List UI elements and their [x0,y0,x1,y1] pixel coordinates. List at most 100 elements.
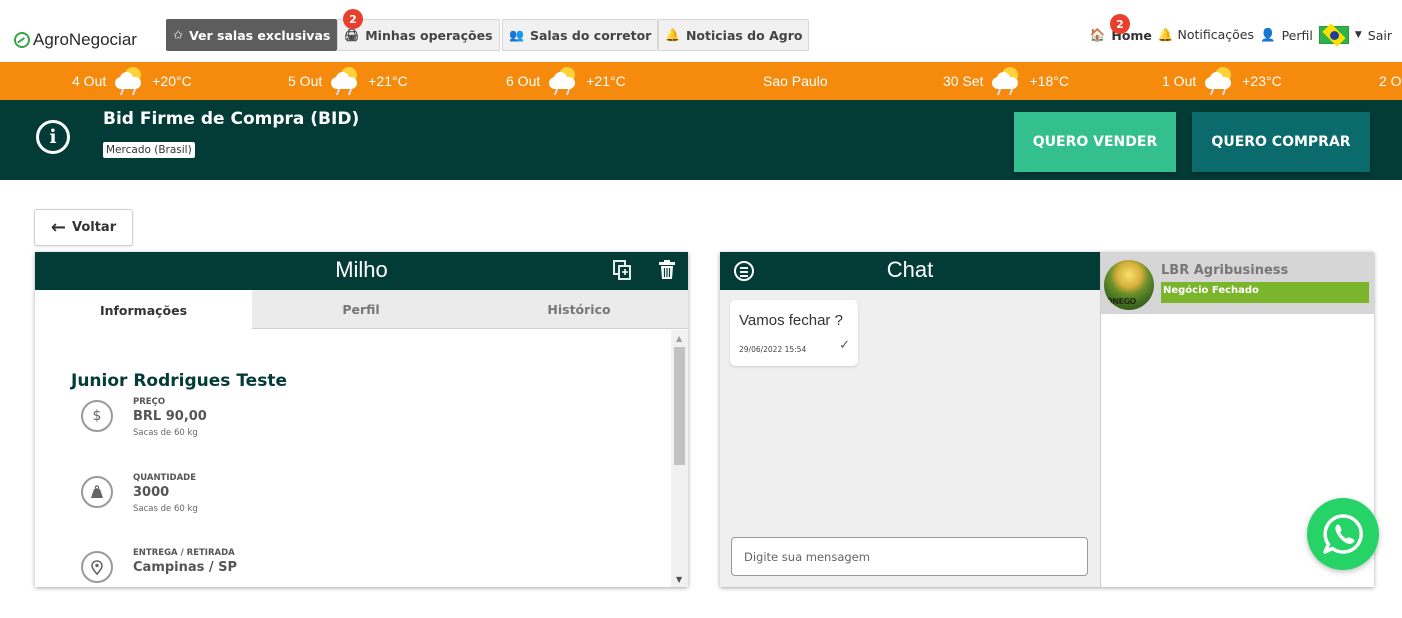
tab-perfil[interactable]: Perfil [252,290,470,329]
message-input[interactable]: Digite sua mensagem [731,537,1088,576]
weather-item: 5 Out +21°C [288,62,408,100]
chat-title: Chat [886,257,934,282]
caret-down-icon[interactable]: ▼ [1355,30,1362,40]
weather-item: 30 Set +18°C [943,62,1069,100]
user-icon: 👤 [1260,27,1276,42]
weather-temp: +18°C [1029,73,1069,89]
agro-news-button[interactable]: 🔔 Noticias do Agro [658,19,810,51]
weather-item: 1 Out +23°C [1162,62,1282,100]
user-group-icon: 👥 [509,28,524,42]
info-scrollbar[interactable]: ▲ ▼ [671,330,688,587]
location-pin-icon [81,551,113,583]
weather-city: Sao Paulo [763,62,828,100]
bell-icon: 🔔 [665,28,680,42]
quantity-unit: Sacas de 60 kg [133,504,198,514]
brazil-flag-icon[interactable] [1318,26,1349,44]
broker-rooms-button[interactable]: 👥 Salas do corretor [502,19,659,51]
weather-item: 6 Out +21°C [506,62,626,100]
partly-cloudy-rain-icon [546,66,580,96]
status-badge: Negócio Fechado [1161,282,1369,303]
inbox-icon: 🖨 [344,28,360,42]
product-card: Milho Informações Perfil Histórico Junio… [35,252,688,587]
exclusive-rooms-button[interactable]: ✩ Ver salas exclusivas [166,19,338,51]
chat-messages: Vamos fechar ? 29/06/2022 15:54 ✓ Digite… [720,290,1100,587]
contact-item[interactable]: LBR Agribusiness Negócio Fechado [1101,252,1374,314]
star-outline-icon: ✩ [173,28,184,42]
notifications-badge: 2 [1110,14,1130,34]
profile-link[interactable]: Perfil [1282,28,1313,43]
bell-icon: 🔔 [1157,27,1174,42]
scrollbar-thumb[interactable] [674,347,685,465]
product-tabs: Informações Perfil Histórico [35,290,688,330]
back-label: Voltar [71,220,117,235]
broker-rooms-label: Salas do corretor [529,27,652,43]
quantity-label: QUANTIDADE [133,473,197,483]
buy-button[interactable]: QUERO COMPRAR [1192,112,1370,172]
chat-card: Chat Vamos fechar ? 29/06/2022 15:54 ✓ D… [720,252,1374,587]
weather-temp: +21°C [586,73,626,89]
weather-date: 5 Out [288,73,323,89]
logout-link[interactable]: Sair [1368,28,1392,43]
weather-temp: +20°C [152,73,192,89]
weather-date: 6 Out [506,73,541,89]
delivery-value: Campinas / SP [133,560,238,575]
user-menu: 🏠 Home 🔔 Notificações 👤 Perfil ▼ Sair [1090,26,1392,44]
agro-news-label: Noticias do Agro [685,27,803,43]
notifications-label: Notificações [1177,27,1254,42]
check-icon: ✓ [839,338,850,353]
partly-cloudy-rain-icon [989,66,1023,96]
tab-informacoes[interactable]: Informações [35,290,252,330]
delivery-label: ENTREGA / RETIRADA [133,548,235,558]
dollar-icon: $ [81,400,113,432]
message-time: 29/06/2022 15:54 [739,345,807,354]
weather-ticker: 4 Out +20°C 5 Out +21°C 6 Out +21°C Sao … [0,62,1402,100]
home-icon: 🏠 [1089,27,1106,42]
my-operations-label: Minhas operações [365,27,493,43]
scroll-down-arrow-icon[interactable]: ▼ [676,575,682,584]
weather-item: 4 Out +20°C [72,62,192,100]
brand-logo[interactable]: AgroNegociar [14,30,137,50]
price-label: PREÇO [133,397,166,407]
weather-date: 2 O [1379,73,1402,89]
weather-date: 1 Out [1162,73,1197,89]
weight-icon [81,476,113,508]
whatsapp-button[interactable] [1307,498,1379,570]
offer-title: Bid Firme de Compra (BID) [103,109,360,129]
chat-message: Vamos fechar ? 29/06/2022 15:54 ✓ [730,300,858,366]
product-info-panel: Junior Rodrigues Teste $ PREÇO BRL 90,00… [35,330,688,587]
weather-date: 30 Set [943,73,984,89]
back-button[interactable]: ← Voltar [34,209,133,246]
copy-icon[interactable] [612,260,632,280]
partly-cloudy-rain-icon [112,66,146,96]
market-badge: Mercado (Brasil) [103,142,195,158]
avatar [1104,260,1154,310]
arrow-left-icon: ← [50,217,66,238]
offer-banner: i Bid Firme de Compra (BID) Mercado (Bra… [0,100,1402,180]
weather-date: 4 Out [72,73,107,89]
partly-cloudy-rain-icon [328,66,362,96]
my-operations-badge: 2 [343,9,363,29]
product-card-header: Milho [35,252,688,290]
message-text: Vamos fechar ? [739,312,843,329]
sell-button[interactable]: QUERO VENDER [1014,112,1176,172]
weather-city-label: Sao Paulo [763,73,828,89]
weather-temp: +23°C [1242,73,1282,89]
brand-name: AgroNegociar [33,30,137,49]
weather-item: 2 O [1379,62,1402,100]
top-navbar: AgroNegociar ✩ Ver salas exclusivas 🖨 Mi… [0,0,1402,62]
leaf-logo-icon [14,32,30,48]
exclusive-rooms-label: Ver salas exclusivas [189,27,331,43]
price-unit: Sacas de 60 kg [133,428,198,438]
partly-cloudy-rain-icon [1202,66,1236,96]
price-value: BRL 90,00 [133,409,207,424]
scroll-up-arrow-icon[interactable]: ▲ [676,334,682,343]
weather-temp: +21°C [368,73,408,89]
chat-header: Chat [720,252,1100,290]
notifications-link[interactable]: 🔔 Notificações [1158,27,1254,43]
trash-icon[interactable] [658,260,676,280]
tab-historico[interactable]: Histórico [470,290,688,329]
quantity-value: 3000 [133,485,170,500]
contact-name: LBR Agribusiness [1161,263,1289,278]
counterparty-name: Junior Rodrigues Teste [71,371,287,391]
whatsapp-icon [1323,514,1363,554]
